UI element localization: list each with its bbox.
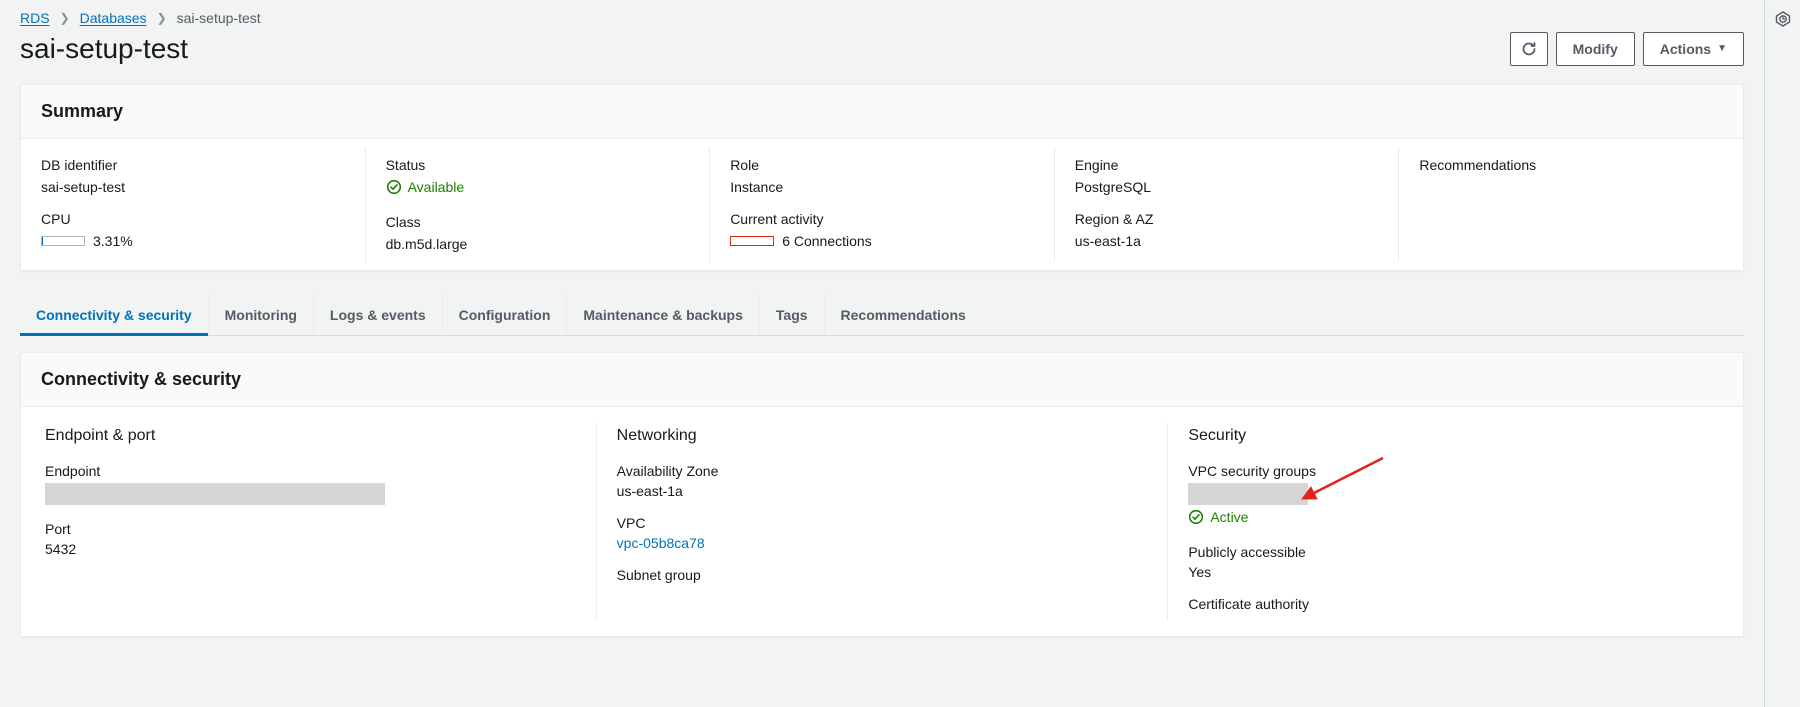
ca-label: Certificate authority — [1188, 596, 1719, 612]
public-label: Publicly accessible — [1188, 544, 1719, 560]
vpc-value[interactable]: vpc-05b8ca78 — [617, 535, 1148, 551]
public-value: Yes — [1188, 564, 1719, 580]
connectivity-title: Connectivity & security — [21, 353, 1743, 407]
refresh-icon — [1521, 41, 1537, 57]
az-value: us-east-1a — [617, 483, 1148, 499]
region-az-label: Region & AZ — [1075, 211, 1379, 227]
breadcrumb: RDS ❯ Databases ❯ sai-setup-test — [20, 6, 1744, 32]
current-activity-value: 6 Connections — [782, 233, 872, 249]
clock-icon[interactable] — [1775, 10, 1791, 27]
status-value: Available — [408, 179, 465, 195]
endpoint-label: Endpoint — [45, 463, 576, 479]
engine-label: Engine — [1075, 157, 1379, 173]
tab-tags[interactable]: Tags — [760, 295, 825, 335]
recommendations-label: Recommendations — [1419, 157, 1723, 173]
chevron-down-icon: ▼ — [1717, 39, 1727, 59]
breadcrumb-current: sai-setup-test — [177, 10, 261, 26]
page-title: sai-setup-test — [20, 33, 188, 65]
security-title: Security — [1188, 427, 1719, 445]
chevron-right-icon: ❯ — [157, 11, 167, 25]
summary-panel: Summary DB identifier sai-setup-test CPU… — [20, 84, 1744, 271]
status-label: Status — [386, 157, 690, 173]
vpc-sg-value-redacted — [1188, 483, 1308, 505]
breadcrumb-root[interactable]: RDS — [20, 10, 50, 26]
engine-value: PostgreSQL — [1075, 179, 1379, 195]
class-value: db.m5d.large — [386, 236, 690, 252]
connectivity-panel: Connectivity & security Endpoint & port … — [20, 352, 1744, 637]
tab-connectivity[interactable]: Connectivity & security — [20, 295, 209, 335]
port-value: 5432 — [45, 541, 576, 557]
vpc-sg-status: Active — [1210, 509, 1248, 525]
networking-title: Networking — [617, 427, 1148, 445]
tab-monitoring[interactable]: Monitoring — [209, 295, 314, 335]
class-label: Class — [386, 214, 690, 230]
current-activity-meter — [730, 236, 774, 246]
right-rail — [1764, 0, 1800, 707]
port-label: Port — [45, 521, 576, 537]
cpu-label: CPU — [41, 211, 345, 227]
actions-button-label: Actions — [1660, 39, 1711, 59]
tab-maintenance[interactable]: Maintenance & backups — [567, 295, 760, 335]
region-az-value: us-east-1a — [1075, 233, 1379, 249]
cpu-meter — [41, 236, 85, 246]
tabs: Connectivity & security Monitoring Logs … — [20, 295, 1744, 336]
az-label: Availability Zone — [617, 463, 1148, 479]
check-circle-icon — [1188, 509, 1204, 525]
endpoint-port-title: Endpoint & port — [45, 427, 576, 445]
summary-title: Summary — [21, 85, 1743, 139]
breadcrumb-databases[interactable]: Databases — [80, 10, 147, 26]
role-value: Instance — [730, 179, 1034, 195]
modify-button-label: Modify — [1573, 39, 1618, 59]
current-activity-label: Current activity — [730, 211, 1034, 227]
role-label: Role — [730, 157, 1034, 173]
check-circle-icon — [386, 179, 402, 195]
modify-button[interactable]: Modify — [1556, 32, 1635, 66]
db-identifier-value: sai-setup-test — [41, 179, 345, 195]
header-actions: Modify Actions ▼ — [1510, 32, 1744, 66]
subnet-group-label: Subnet group — [617, 567, 1148, 583]
tab-logs[interactable]: Logs & events — [314, 295, 443, 335]
tab-configuration[interactable]: Configuration — [443, 295, 568, 335]
actions-button[interactable]: Actions ▼ — [1643, 32, 1744, 66]
db-identifier-label: DB identifier — [41, 157, 345, 173]
endpoint-value-redacted — [45, 483, 385, 505]
refresh-button[interactable] — [1510, 32, 1548, 66]
vpc-label: VPC — [617, 515, 1148, 531]
tab-recommendations[interactable]: Recommendations — [825, 295, 982, 335]
chevron-right-icon: ❯ — [60, 11, 70, 25]
vpc-sg-label: VPC security groups — [1188, 463, 1719, 479]
cpu-value: 3.31% — [93, 233, 133, 249]
